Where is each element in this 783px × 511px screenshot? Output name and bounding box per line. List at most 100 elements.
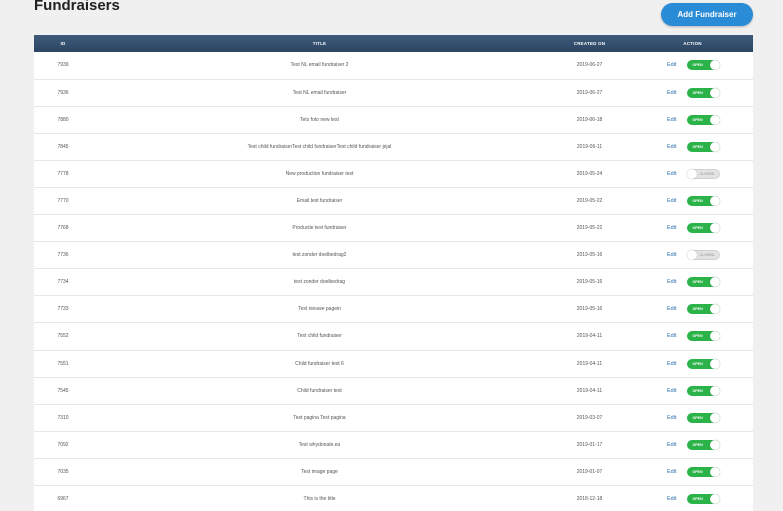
table-row: 7734 test zonder doelbedrag 2019-05-16 E… (34, 268, 753, 296)
row-title: Email test fundraiser (296, 198, 343, 205)
row-action-cell: Edit OPEN (632, 269, 753, 296)
status-toggle-label: OPEN (692, 334, 703, 339)
toggle-knob (710, 385, 721, 396)
toggle-knob (710, 412, 721, 423)
row-created-date: 2019-01-07 (576, 468, 603, 475)
row-id: 7936 (57, 89, 69, 96)
status-toggle[interactable]: OPEN (687, 141, 721, 152)
fundraisers-table: ID TITLE CREATED ON ACTION 7939 Test NL … (34, 35, 753, 511)
status-toggle-label: OPEN (692, 469, 703, 474)
toggle-knob (710, 277, 721, 288)
row-actions: Edit OPEN (632, 114, 753, 125)
table-row: 7736 test zonder doelbedrag2 2019-05-16 … (34, 241, 753, 269)
row-id: 7768 (57, 225, 69, 232)
row-actions: Edit OPEN (632, 466, 753, 477)
status-toggle-label: CLOSED (699, 171, 715, 176)
row-action-cell: Edit OPEN (632, 458, 753, 485)
row-action-cell: Edit CLOSED (632, 242, 753, 269)
status-toggle[interactable]: CLOSED (687, 168, 721, 179)
status-toggle[interactable]: CLOSED (687, 250, 721, 261)
row-actions: Edit CLOSED (632, 168, 753, 179)
edit-link[interactable]: Edit (667, 117, 676, 123)
edit-link[interactable]: Edit (667, 198, 676, 204)
toggle-knob (687, 168, 698, 179)
column-header-action: ACTION (683, 41, 702, 46)
edit-link[interactable]: Edit (667, 496, 676, 502)
status-toggle[interactable]: OPEN (687, 412, 721, 423)
row-action-cell: Edit OPEN (632, 133, 753, 160)
edit-link[interactable]: Edit (667, 333, 676, 339)
fundraisers-table-container: ID TITLE CREATED ON ACTION 7939 Test NL … (34, 35, 753, 511)
add-fundraiser-button[interactable]: Add Fundraiser (661, 3, 753, 26)
table-row: 7939 Test NL email fundraiser 2 2019-06-… (34, 52, 753, 80)
row-id: 7736 (57, 252, 69, 259)
status-toggle[interactable]: OPEN (687, 60, 721, 71)
edit-link[interactable]: Edit (667, 469, 676, 475)
status-toggle-label: OPEN (692, 226, 703, 231)
status-toggle[interactable]: OPEN (687, 331, 721, 342)
status-toggle[interactable]: OPEN (687, 466, 721, 477)
table-row: 7035 Test image page 2019-01-07 Edit OPE… (34, 458, 753, 486)
status-toggle-label: OPEN (692, 63, 703, 68)
column-header-id[interactable]: ID (34, 35, 92, 52)
edit-link[interactable]: Edit (667, 388, 676, 394)
row-action-cell: Edit OPEN (632, 296, 753, 323)
edit-link[interactable]: Edit (667, 90, 676, 96)
row-id: 7770 (57, 198, 69, 205)
row-actions: Edit OPEN (632, 277, 753, 288)
status-toggle[interactable]: OPEN (687, 304, 721, 315)
row-action-cell: Edit OPEN (632, 350, 753, 377)
column-header-title[interactable]: TITLE (92, 35, 547, 52)
row-action-cell: Edit CLOSED (632, 160, 753, 187)
row-action-cell: Edit OPEN (632, 431, 753, 458)
row-title: Test NL email fundraiser (292, 89, 347, 96)
row-title: Test pagina Test pagina (293, 414, 346, 421)
status-toggle[interactable]: OPEN (687, 385, 721, 396)
status-toggle-label: OPEN (692, 388, 703, 393)
table-row: 7733 Test nieuwe pagein 2019-05-16 Edit … (34, 295, 753, 323)
status-toggle[interactable]: OPEN (687, 114, 721, 125)
row-title: New production fundraiser test (285, 170, 354, 177)
toggle-knob (710, 196, 721, 207)
toggle-knob (710, 60, 721, 71)
table-row: 7845 Test child fundraiserTest child fun… (34, 133, 753, 161)
edit-link[interactable]: Edit (667, 306, 676, 312)
status-toggle-label: OPEN (692, 497, 703, 502)
row-actions: Edit OPEN (632, 141, 753, 152)
edit-link[interactable]: Edit (667, 279, 676, 285)
row-created-date: 2019-04-11 (576, 387, 603, 394)
status-toggle[interactable]: OPEN (687, 87, 721, 98)
edit-link[interactable]: Edit (667, 144, 676, 150)
edit-link[interactable]: Edit (667, 225, 676, 231)
row-id: 7845 (57, 143, 69, 150)
edit-link[interactable]: Edit (667, 442, 676, 448)
status-toggle-label: OPEN (692, 199, 703, 204)
table-row: 7310 Test pagina Test pagina 2019-03-07 … (34, 404, 753, 432)
row-action-cell: Edit OPEN (632, 377, 753, 404)
table-row: 7545 Child fundraiser test 2019-04-11 Ed… (34, 377, 753, 405)
row-created-date: 2019-06-18 (576, 116, 603, 123)
edit-link[interactable]: Edit (667, 252, 676, 258)
row-actions: Edit OPEN (632, 412, 753, 423)
row-action-cell: Edit OPEN (632, 404, 753, 431)
edit-link[interactable]: Edit (667, 361, 676, 367)
row-action-cell: Edit OPEN (632, 323, 753, 350)
status-toggle[interactable]: OPEN (687, 439, 721, 450)
edit-link[interactable]: Edit (667, 62, 676, 68)
row-created-date: 2019-05-24 (576, 170, 603, 177)
column-header-created[interactable]: CREATED ON (547, 35, 632, 52)
edit-link[interactable]: Edit (667, 171, 676, 177)
status-toggle[interactable]: OPEN (687, 196, 721, 207)
fundraisers-page: Fundraisers Add Fundraiser ID TITLE CREA… (0, 0, 783, 511)
status-toggle[interactable]: OPEN (687, 223, 721, 234)
status-toggle[interactable]: OPEN (687, 358, 721, 369)
row-created-date: 2018-12-18 (576, 496, 603, 503)
status-toggle-label: OPEN (692, 117, 703, 122)
status-toggle[interactable]: OPEN (687, 277, 721, 288)
table-row: 6967 This is the title 2018-12-18 Edit O… (34, 485, 753, 511)
status-toggle[interactable]: OPEN (687, 494, 721, 505)
toggle-knob (710, 223, 721, 234)
edit-link[interactable]: Edit (667, 415, 676, 421)
status-toggle-label: OPEN (692, 307, 703, 312)
row-title: Test image page (301, 468, 338, 475)
